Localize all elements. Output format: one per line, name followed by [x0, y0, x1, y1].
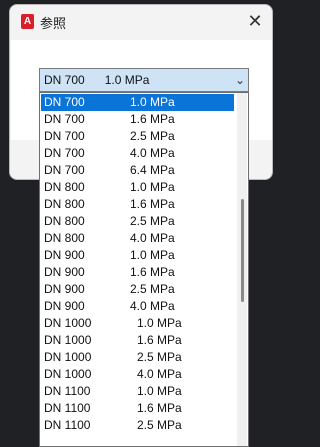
list-item[interactable]: DN 700 2.5 MPa: [41, 128, 234, 145]
list-item-mpa: 1.0 MPa: [130, 180, 175, 194]
list-item-mpa: 1.0 MPa: [137, 316, 182, 330]
list-item-dn: DN 700: [44, 95, 85, 109]
list-item-mpa: 2.5 MPa: [137, 350, 182, 364]
list-item-dn: DN 700: [44, 163, 85, 177]
list-item-mpa: 4.0 MPa: [130, 231, 175, 245]
list-item[interactable]: DN 900 2.5 MPa: [41, 281, 234, 298]
list-item[interactable]: DN 1000 4.0 MPa: [41, 366, 234, 383]
combobox-dn: DN 700: [44, 73, 85, 87]
list-item-dn: DN 700: [44, 112, 85, 126]
list-item-mpa: 4.0 MPa: [130, 299, 175, 313]
list-item[interactable]: DN 700 6.4 MPa: [41, 162, 234, 179]
list-item-dn: DN 1000: [44, 333, 92, 347]
list-item[interactable]: DN 1100 1.0 MPa: [41, 383, 234, 400]
close-button[interactable]: ✕: [238, 5, 272, 38]
list-item-dn: DN 800: [44, 197, 85, 211]
list-item-dn: DN 800: [44, 214, 85, 228]
list-item-mpa: 1.6 MPa: [130, 197, 175, 211]
list-item[interactable]: DN 900 1.6 MPa: [41, 264, 234, 281]
list-item[interactable]: DN 1000 1.6 MPa: [41, 332, 234, 349]
window-title: 参照: [40, 17, 67, 32]
list-item-dn: DN 1000: [44, 316, 92, 330]
combobox-selected-text: DN 700 1.0 MPa: [44, 73, 149, 87]
list-item-dn: DN 800: [44, 231, 85, 245]
list-item[interactable]: DN 900 4.0 MPa: [41, 298, 234, 315]
close-icon: ✕: [247, 11, 263, 31]
chevron-down-icon: ⌄: [235, 73, 246, 87]
list-item-mpa: 2.5 MPa: [130, 129, 175, 143]
list-item-dn: DN 900: [44, 265, 85, 279]
list-item-dn: DN 1100: [44, 384, 91, 398]
desktop-background: A 参照 ✕ DN 700 1.0 MPa ⌄ DN 700 1.0 MPa DN…: [0, 0, 291, 447]
list-item-mpa: 2.5 MPa: [130, 282, 175, 296]
list-item-dn: DN 800: [44, 180, 85, 194]
list-item[interactable]: DN 800 4.0 MPa: [41, 230, 234, 247]
title-bar[interactable]: A 参照 ✕: [10, 5, 272, 38]
list-item-mpa: 2.5 MPa: [137, 418, 182, 432]
list-item-dn: DN 900: [44, 282, 85, 296]
list-item-dn: DN 900: [44, 299, 85, 313]
list-item-dn: DN 900: [44, 248, 85, 262]
list-item-mpa: 1.6 MPa: [130, 265, 175, 279]
list-item[interactable]: DN 1000 2.5 MPa: [41, 349, 234, 366]
list-item[interactable]: DN 1100 1.6 MPa: [41, 400, 234, 417]
list-item-mpa: 6.4 MPa: [130, 163, 175, 177]
list-item-dn: DN 1100: [44, 401, 91, 415]
list-item-mpa: 1.0 MPa: [137, 384, 182, 398]
list-item-mpa: 1.0 MPa: [130, 248, 175, 262]
list-item[interactable]: DN 800 1.0 MPa: [41, 179, 234, 196]
combobox-dropdown-list[interactable]: DN 700 1.0 MPa DN 700 1.6 MPa DN 700 2.5 MP…: [39, 92, 249, 447]
list-item-dn: DN 700: [44, 146, 85, 160]
specification-combobox[interactable]: DN 700 1.0 MPa ⌄: [39, 68, 249, 92]
combobox-mpa: 1.0 MPa: [104, 73, 150, 87]
list-item[interactable]: DN 800 2.5 MPa: [41, 213, 234, 230]
list-item-dn: DN 1000: [44, 350, 92, 364]
list-item[interactable]: DN 700 1.0 MPa: [41, 94, 234, 111]
list-item-mpa: 1.0 MPa: [130, 95, 175, 109]
list-item-mpa: 1.6 MPa: [130, 112, 175, 126]
app-icon: A: [21, 14, 34, 29]
list-item-mpa: 4.0 MPa: [130, 146, 175, 160]
list-item[interactable]: DN 1100 2.5 MPa: [41, 417, 234, 434]
list-item[interactable]: DN 700 4.0 MPa: [41, 145, 234, 162]
list-item[interactable]: DN 900 1.0 MPa: [41, 247, 234, 264]
list-item-mpa: 1.6 MPa: [137, 333, 182, 347]
list-item-mpa: 2.5 MPa: [130, 214, 175, 228]
list-item[interactable]: DN 800 1.6 MPa: [41, 196, 234, 213]
list-item-dn: DN 700: [44, 129, 85, 143]
list-item[interactable]: DN 1000 1.0 MPa: [41, 315, 234, 332]
list-item-mpa: 1.6 MPa: [137, 401, 182, 415]
list-item-dn: DN 1000: [44, 367, 92, 381]
scrollbar-thumb[interactable]: [241, 199, 244, 302]
list-item-mpa: 4.0 MPa: [137, 367, 182, 381]
list-item-dn: DN 1100: [44, 418, 91, 432]
list-item[interactable]: DN 700 1.6 MPa: [41, 111, 234, 128]
